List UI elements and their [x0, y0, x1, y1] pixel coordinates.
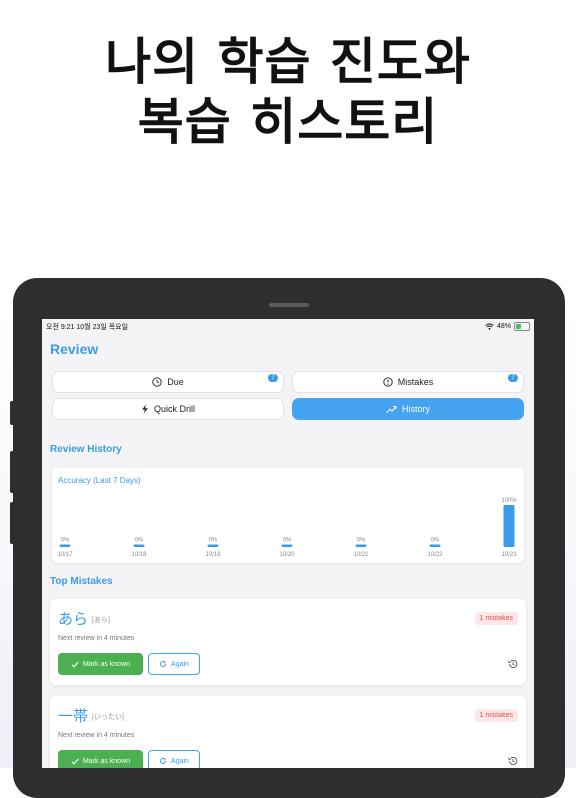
history-icon[interactable]: [508, 659, 518, 669]
alert-circle-icon: [383, 377, 393, 387]
top-mistakes-title: Top Mistakes: [50, 576, 113, 587]
battery-icon: [514, 322, 530, 331]
next-review-text: Next review in 4 minutes: [58, 732, 135, 739]
promo-headline: 나의 학습 진도와 복습 히스토리: [0, 32, 576, 152]
camera-bar: [269, 303, 309, 307]
check-icon: [71, 661, 79, 668]
tab-history[interactable]: History: [292, 398, 524, 420]
app-screen: 오전 9:21 10월 23일 목요일 48% Review Due 7 Mis…: [42, 319, 534, 768]
history-icon[interactable]: [508, 756, 518, 766]
mark-as-known-label: Mark as known: [82, 660, 131, 668]
again-button[interactable]: Again: [148, 653, 200, 675]
wifi-icon: [485, 323, 494, 330]
mistake-reading: [いったい]: [92, 714, 124, 722]
clock-icon: [152, 377, 162, 387]
chart-tick-label: 10/19: [205, 552, 221, 558]
due-count-badge: 7: [268, 374, 278, 382]
again-label: Again: [171, 757, 189, 765]
tab-quick-drill-label: Quick Drill: [153, 404, 195, 414]
tab-mistakes[interactable]: Mistakes 7: [292, 371, 524, 393]
refresh-icon: [160, 660, 167, 667]
chart-tick-label: 10/17: [57, 552, 73, 558]
again-button[interactable]: Again: [148, 750, 200, 768]
chart-value-label: 0%: [61, 538, 70, 544]
mistakes-count-badge: 7: [508, 374, 518, 382]
accuracy-chart: 0% 10/17 0% 10/18 0% 10/19 0% 10/20 0% 10/21 0% 10/…: [57, 498, 517, 558]
page-title: Review: [50, 341, 99, 357]
mistake-card: あら [あら] 1 mistakes Next review in 4 minut…: [50, 599, 526, 685]
chart-tick-label: 10/18: [131, 552, 147, 558]
chart-value-label: 0%: [431, 538, 440, 544]
chart-bar: [429, 544, 441, 547]
chart-value-label: 0%: [209, 538, 218, 544]
mistake-card: 一帯 [いったい] 1 mistakes Next review in 4 min…: [50, 696, 526, 768]
chart-value-label: 0%: [283, 538, 292, 544]
chart-tick-label: 10/23: [501, 552, 517, 558]
chart-value-label: 0%: [135, 538, 144, 544]
tab-history-label: History: [401, 404, 430, 414]
chart-value-label: 0%: [357, 538, 366, 544]
mark-as-known-button[interactable]: Mark as known: [58, 750, 143, 768]
accuracy-chart-card: Accuracy (Last 7 Days) 0% 10/17 0% 10/18 0% 1…: [52, 468, 524, 563]
chart-tick-label: 10/21: [353, 552, 369, 558]
check-icon: [71, 758, 79, 765]
chart-bar: [355, 544, 367, 547]
bolt-icon: [142, 404, 148, 414]
chart-bar: [281, 544, 293, 547]
tab-quick-drill[interactable]: Quick Drill: [52, 398, 284, 420]
mistake-word: あら: [58, 611, 89, 628]
chart-bar: [503, 505, 515, 547]
headline-line-1: 나의 학습 진도와: [105, 33, 471, 91]
mark-as-known-label: Mark as known: [82, 757, 131, 765]
chart-value-label: 100%: [501, 498, 517, 504]
review-history-title: Review History: [50, 444, 122, 455]
chart-tick-label: 10/20: [279, 552, 295, 558]
status-time-date: 오전 9:21 10월 23일 목요일: [46, 324, 129, 331]
chart-bar: [59, 544, 71, 547]
mistake-count-badge: 1 mistakes: [474, 709, 518, 722]
refresh-icon: [160, 757, 167, 764]
chart-bar: [207, 544, 219, 547]
tab-due[interactable]: Due 7: [52, 371, 284, 393]
battery-percent: 48%: [496, 323, 511, 330]
tab-due-label: Due: [167, 377, 184, 387]
chart-bar: [133, 544, 145, 547]
chart-tick-label: 10/22: [427, 552, 443, 558]
status-bar: 오전 9:21 10월 23일 목요일 48%: [46, 322, 530, 334]
tab-mistakes-label: Mistakes: [397, 377, 434, 387]
mistake-reading: [あら]: [92, 617, 110, 625]
next-review-text: Next review in 4 minutes: [58, 635, 135, 642]
mark-as-known-button[interactable]: Mark as known: [58, 653, 143, 675]
trend-icon: [386, 405, 397, 413]
mistake-count-badge: 1 mistakes: [474, 612, 518, 625]
again-label: Again: [171, 660, 189, 668]
headline-line-2: 복습 히스토리: [137, 93, 439, 151]
mistake-word: 一帯: [58, 708, 89, 725]
